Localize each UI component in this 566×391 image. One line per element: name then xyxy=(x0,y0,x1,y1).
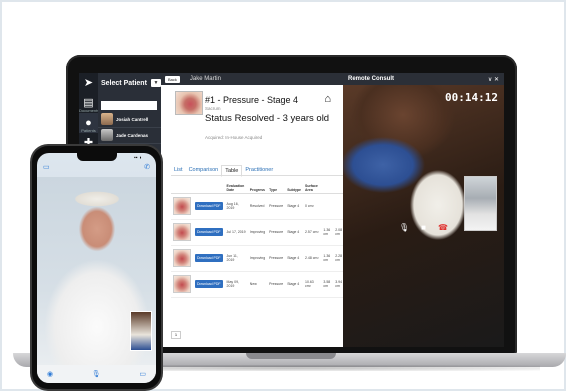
column-header-date: Evaluation Date xyxy=(224,169,248,194)
wound-thumbnail[interactable] xyxy=(173,223,191,241)
cell-pdf: Download PDF xyxy=(193,193,225,220)
column-header xyxy=(321,169,334,194)
wound-thumbnail[interactable] xyxy=(173,249,191,267)
pagination-page[interactable]: 1 xyxy=(171,331,181,339)
cell-progress: New xyxy=(247,271,268,298)
wound-location: Sacrum xyxy=(205,106,221,111)
avatar xyxy=(101,129,113,141)
column-header-subtype: Subtype xyxy=(285,169,303,194)
cell-date: Jul 17, 2019 xyxy=(224,219,248,246)
cell-pdf: Download PDF xyxy=(193,219,225,246)
cell-subtype: Stage 4 xyxy=(285,219,303,246)
cell-pdf: Download PDF xyxy=(193,245,225,272)
laptop-notch xyxy=(246,353,336,359)
download-pdf-button[interactable]: Download PDF xyxy=(195,202,223,210)
cell-type: Pressure xyxy=(267,245,286,272)
phone-call-icon[interactable]: ✆ xyxy=(144,163,150,171)
remote-consult-panel: Remote Consult ∨ ✕ 00:14:12 🎙 ■ ☎ xyxy=(343,73,504,347)
wound-thumbnail[interactable] xyxy=(173,275,191,293)
microphone-icon[interactable]: 🎙 xyxy=(92,370,101,378)
patient-name: Jade Cardenas xyxy=(116,132,149,138)
cell-type: Pressure xyxy=(267,193,286,220)
patient-panel-title: Select Patient xyxy=(101,79,147,87)
column-header xyxy=(171,169,193,194)
wound-header: #1 - Pressure - Stage 4 Sacrum Status Re… xyxy=(161,85,343,177)
wound-photo[interactable] xyxy=(175,91,203,115)
cell-subtype: Stage 4 xyxy=(285,193,303,220)
cell-progress: Improving xyxy=(247,219,268,246)
phone-status-bar: ▪▪ ◗ xyxy=(37,153,156,163)
consult-header: Remote Consult ∨ ✕ xyxy=(343,73,504,85)
cell-length: 3.58 cm xyxy=(321,271,334,298)
cell-type: Pressure xyxy=(267,271,286,298)
cell-type: Pressure xyxy=(267,219,286,246)
cell-date: Aug 16, 2019 xyxy=(224,193,248,220)
cell-length: 1.36 cm xyxy=(321,219,334,246)
wound-thumbnail[interactable] xyxy=(173,197,191,215)
patient-search-input[interactable] xyxy=(101,100,157,110)
call-controls: 🎙 ■ ☎ xyxy=(343,223,504,232)
avatar xyxy=(101,113,113,125)
cell-length: 1.36 cm xyxy=(321,245,334,272)
cell-area: 10.63 cm² xyxy=(303,271,322,298)
cell-area: 0 cm² xyxy=(303,193,322,220)
patient-list-item[interactable]: Jade Cardenas xyxy=(98,128,161,144)
cell-subtype: Stage 4 xyxy=(285,271,303,298)
row-thumbnail xyxy=(171,245,193,272)
cell-area: 2.48 cm² xyxy=(303,245,322,272)
call-timer: 00:14:12 xyxy=(445,91,498,104)
microphone-icon[interactable]: 🎙 xyxy=(399,223,409,232)
wound-status: Status Resolved - 3 years old xyxy=(205,113,330,124)
phone-screen: ▪▪ ◗ ▭ ✆ ◉ 🎙 ▭ xyxy=(37,153,156,383)
download-pdf-button[interactable]: Download PDF xyxy=(195,280,223,288)
column-header-progress: Progress xyxy=(247,169,268,194)
top-bar: Back Jake Martin xyxy=(161,73,343,85)
back-button[interactable]: Back xyxy=(165,75,180,83)
phone-self-view[interactable] xyxy=(130,311,152,351)
camera-icon[interactable]: ▭ xyxy=(139,370,146,378)
row-thumbnail xyxy=(171,193,193,220)
cell-pdf: Download PDF xyxy=(193,271,225,298)
patient-name-header: Jake Martin xyxy=(189,76,221,82)
column-header-type: Type xyxy=(267,169,286,194)
status-indicators: ▪▪ ◗ xyxy=(134,155,142,161)
patient-select-dropdown[interactable]: ▼ xyxy=(150,79,161,87)
phone-top-icons: ▭ ✆ xyxy=(37,163,156,171)
consult-title: Remote Consult xyxy=(348,76,395,82)
row-thumbnail xyxy=(171,219,193,246)
main-content: Back Jake Martin #1 - Pressure - Stage 4… xyxy=(161,73,421,347)
patient-list-item[interactable]: Josiah Cantrell xyxy=(98,112,161,128)
column-header-area: Surface Area xyxy=(303,169,322,194)
cell-progress: Improving xyxy=(247,245,268,272)
download-pdf-button[interactable]: Download PDF xyxy=(195,228,223,236)
patient-panel-header: Select Patient ▼ xyxy=(98,73,161,93)
wound-title: #1 - Pressure - Stage 4 xyxy=(205,95,299,105)
cell-progress: Resolved xyxy=(247,193,268,220)
cell-length xyxy=(321,193,334,220)
video-camera-icon[interactable]: ■ xyxy=(421,223,426,232)
cell-subtype: Stage 4 xyxy=(285,245,303,272)
phone-bottom-bar: ◉ 🎙 ▭ xyxy=(37,365,156,383)
cell-date: May 09, 2019 xyxy=(224,271,248,298)
home-icon[interactable]: ⌂ xyxy=(324,93,331,105)
eye-icon[interactable]: ◉ xyxy=(47,370,53,378)
compass-icon[interactable]: ➤ xyxy=(79,73,98,93)
download-pdf-button[interactable]: Download PDF xyxy=(195,254,223,262)
wound-acquired: Acquired: In-House Acquired xyxy=(205,135,263,140)
patient-name: Josiah Cantrell xyxy=(116,116,149,122)
row-thumbnail xyxy=(171,271,193,298)
camera-switch-icon[interactable]: ▭ xyxy=(43,163,50,171)
end-call-icon[interactable]: ☎ xyxy=(438,223,448,232)
cell-area: 2.57 cm² xyxy=(303,219,322,246)
column-header xyxy=(193,169,225,194)
consult-window-controls[interactable]: ∨ ✕ xyxy=(488,76,499,83)
cell-date: Jun 11, 2019 xyxy=(224,245,248,272)
